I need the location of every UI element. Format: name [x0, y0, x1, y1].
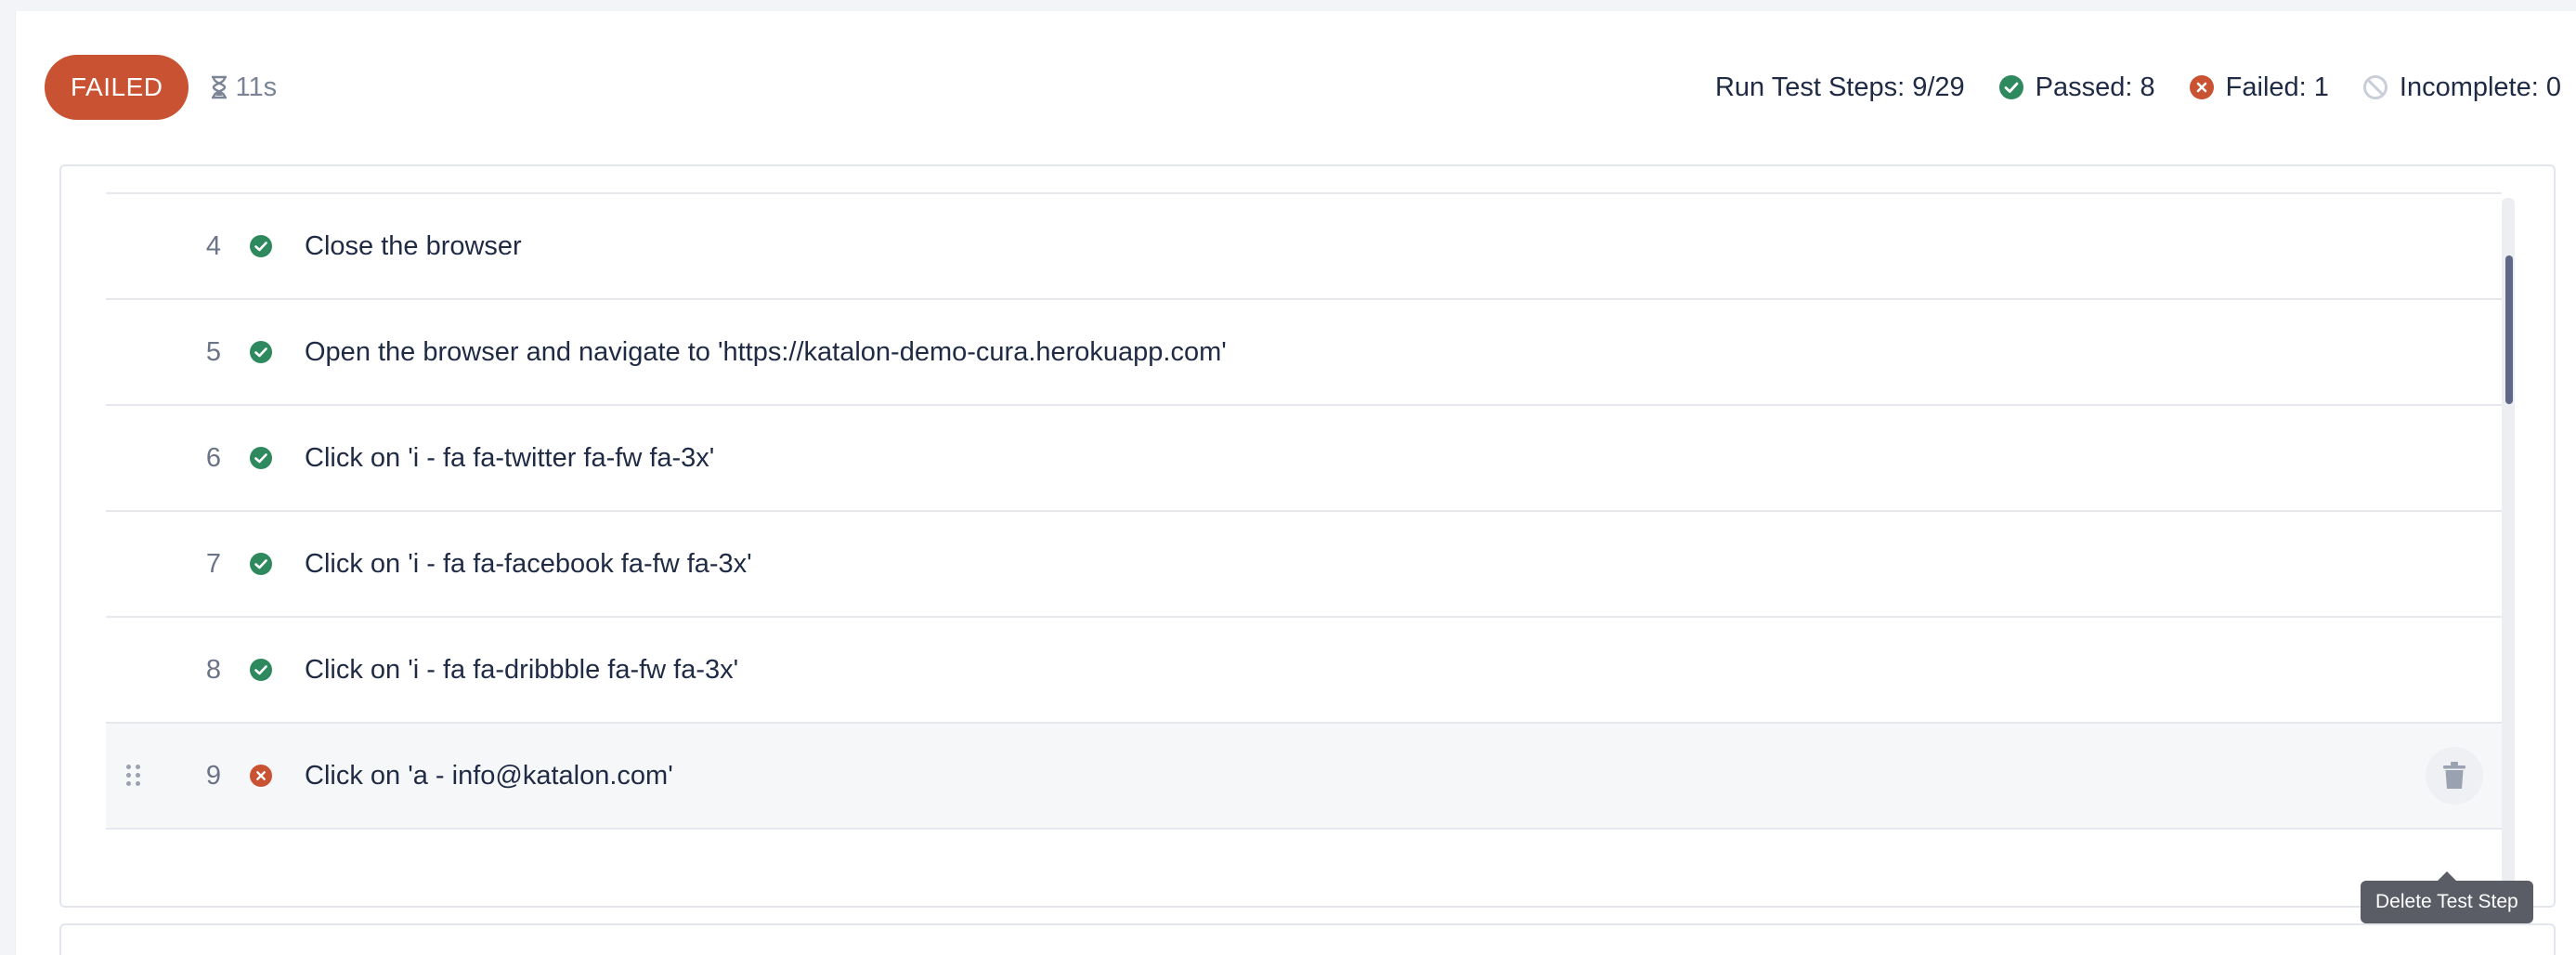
check-circle-icon — [250, 659, 272, 681]
slash-circle-icon — [2362, 75, 2387, 99]
test-steps-list[interactable]: 3Scroll to 'a - Demo account' 4 Close the … — [59, 164, 2556, 908]
status-badge: FAILED — [45, 55, 189, 120]
run-header: FAILED 11s Run Test Steps: 9/29 Passed: … — [45, 45, 2561, 130]
step-status-icon — [249, 234, 273, 258]
incomplete-label: Incomplete: 0 — [2399, 72, 2561, 102]
step-number: 6 — [205, 442, 221, 473]
hourglass-icon — [212, 75, 228, 99]
run-summary: Run Test Steps: 9/29 Passed: 8 Failed: 1… — [1715, 72, 2561, 103]
x-circle-icon — [250, 765, 272, 787]
delete-step-tooltip: Delete Test Step — [2361, 871, 2533, 923]
run-duration: 11s — [209, 72, 277, 103]
step-description: Click on 'a - info@katalon.com' — [305, 760, 673, 791]
step-description: Click on 'i - fa fa-dribbble fa-fw fa-3x… — [305, 654, 739, 685]
step-description: Click on 'i - fa fa-twitter fa-fw fa-3x' — [305, 442, 715, 473]
run-steps-label: Run Test Steps: 9/29 — [1714, 72, 1965, 102]
step-status-icon — [249, 340, 273, 364]
scrollbar-thumb[interactable] — [2505, 255, 2513, 404]
test-step-row[interactable]: 5 Open the browser and navigate to 'https… — [106, 300, 2502, 406]
passed-count: Passed: 8 — [1998, 72, 2155, 103]
failed-count: Failed: 1 — [2189, 72, 2329, 103]
step-number: 7 — [205, 548, 221, 579]
trash-icon — [2443, 762, 2465, 789]
test-step-row[interactable]: 3Scroll to 'a - Demo account' — [106, 166, 2502, 194]
check-circle-icon — [250, 447, 272, 469]
failed-label: Failed: 1 — [2225, 72, 2329, 102]
check-circle-icon — [1998, 75, 2023, 99]
step-number: 4 — [205, 230, 221, 261]
step-status-icon — [249, 552, 273, 576]
x-circle-icon — [2189, 75, 2214, 99]
step-number: 5 — [205, 336, 221, 367]
check-circle-icon — [250, 235, 272, 257]
delete-step-button[interactable] — [2426, 747, 2483, 805]
steps-rows: 3Scroll to 'a - Demo account' 4 Close the … — [106, 166, 2502, 830]
step-status-icon — [249, 446, 273, 470]
test-step-row[interactable]: 9 Click on 'a - info@katalon.com' — [106, 724, 2502, 830]
step-description: Close the browser — [305, 230, 522, 261]
step-status-icon — [249, 658, 273, 682]
check-circle-icon — [250, 341, 272, 363]
duration-value: 11s — [235, 72, 278, 102]
check-circle-icon — [250, 553, 272, 575]
incomplete-count: Incomplete: 0 — [2362, 72, 2561, 103]
test-step-row[interactable]: 8 Click on 'i - fa fa-dribbble fa-fw fa-3… — [106, 618, 2502, 724]
step-number: 8 — [205, 654, 221, 685]
test-step-row[interactable]: 7 Click on 'i - fa fa-facebook fa-fw fa-3… — [106, 512, 2502, 618]
step-description: Click on 'i - fa fa-facebook fa-fw fa-3x… — [305, 548, 752, 579]
drag-handle-icon[interactable] — [126, 765, 141, 787]
passed-label: Passed: 8 — [2035, 72, 2155, 102]
step-description: Open the browser and navigate to 'https:… — [305, 336, 1227, 367]
next-section-card — [59, 923, 2556, 955]
step-number: 9 — [205, 760, 221, 791]
steps-viewport: 3Scroll to 'a - Demo account' 4 Close the … — [61, 166, 2554, 906]
step-status-icon — [249, 764, 273, 788]
run-steps-count: Run Test Steps: 9/29 — [1715, 72, 1965, 103]
test-step-row[interactable]: 6 Click on 'i - fa fa-twitter fa-fw fa-3x… — [106, 406, 2502, 512]
test-step-row[interactable]: 4 Close the browser — [106, 194, 2502, 300]
